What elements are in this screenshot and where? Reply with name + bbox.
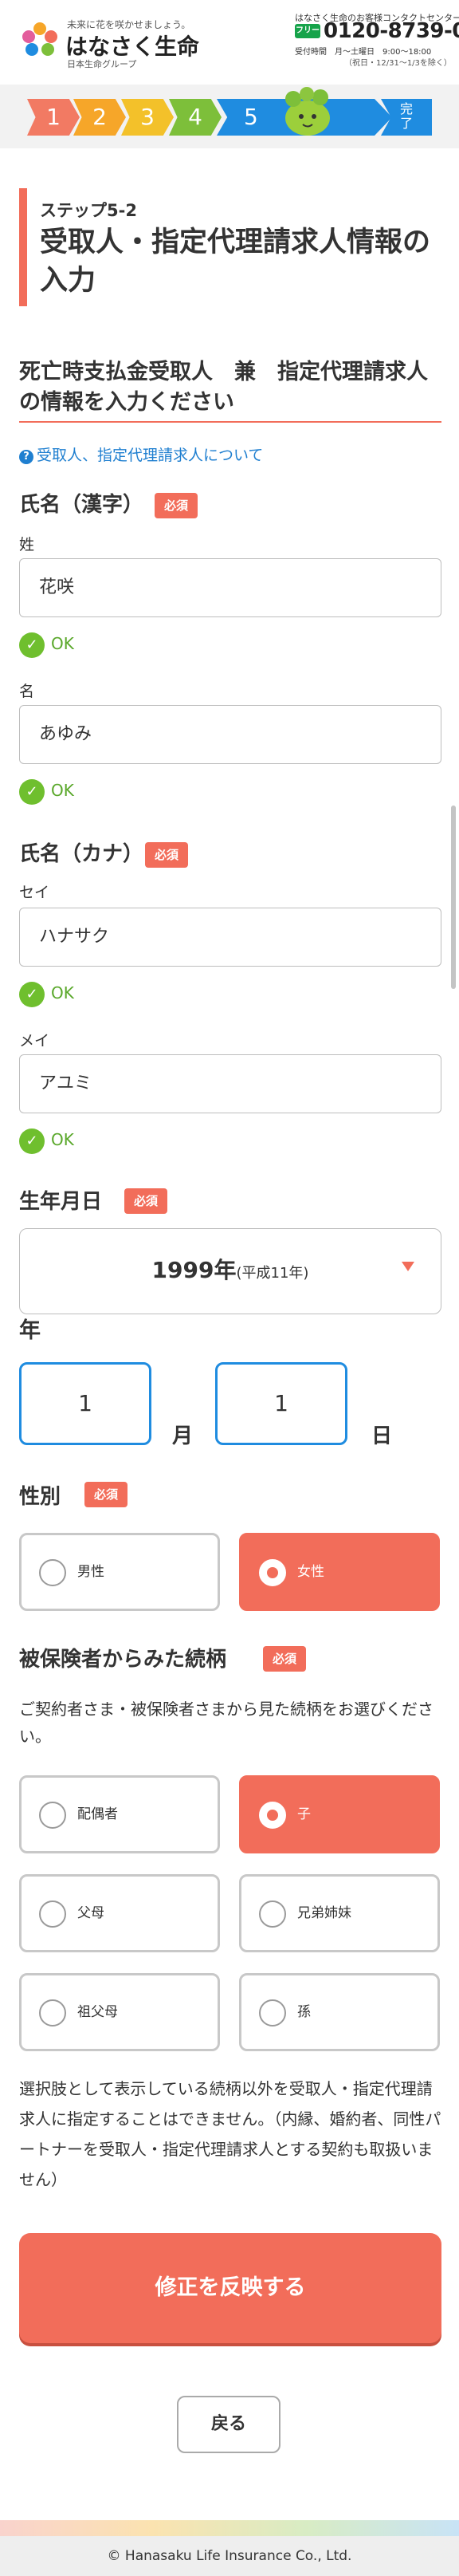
relationship-option-label: 父母 [77,1905,104,1921]
relationship-label: 被保険者からみた続柄 [19,1648,227,1672]
birthdate-label: 生年月日 [19,1190,103,1214]
check-icon: ✓ [19,632,45,658]
kanji-mei-input[interactable]: あゆみ [19,705,441,764]
year-unit: 年 [19,1318,41,1343]
relationship-option-label: 孫 [297,2004,311,2020]
kanji-sei-input[interactable]: 花咲 [19,558,441,617]
relationship-option-label: 配偶者 [77,1806,118,1822]
step-done-label: 完了 [399,101,413,131]
back-button[interactable]: 戻る [177,2396,280,2453]
contact-hours: 受付時間 月～土曜日 9:00～18:00 [295,48,432,57]
relationship-note: 選択肢として表示している続柄以外を受取人・指定代理請求人に指定することはできませ… [19,2079,441,2189]
radio-selected-icon [259,1559,286,1586]
relationship-option-grandchild[interactable]: 孫 [239,1973,440,2051]
help-link[interactable]: ? 受取人、指定代理請求人について [19,443,263,465]
section-heading: 死亡時支払金受取人 兼 指定代理請求人の情報を入力ください [19,360,428,415]
gender-option-label: 女性 [297,1564,324,1580]
kanji-sei-label: 姓 [19,536,35,553]
ok-indicator: ✓ OK [19,1126,74,1154]
gender-label: 性別 [19,1485,61,1509]
submit-button[interactable]: 修正を反映する [19,2233,441,2343]
birth-year-era: (平成11年) [236,1265,309,1282]
gender-option-male[interactable]: 男性 [19,1533,220,1611]
brand-name[interactable]: はなさく生命 [65,30,199,61]
relationship-option-label: 祖父母 [77,2004,118,2020]
question-icon: ? [19,450,33,464]
chevron-down-icon [402,1262,414,1271]
required-badge: 必須 [155,493,198,518]
radio-icon [39,1999,66,2027]
birth-day-input[interactable]: 1 [215,1362,347,1445]
contact-holiday-note: （祝日・12/31～1/3を除く） [344,59,452,68]
gender-option-label: 男性 [77,1564,104,1580]
radio-icon [39,1559,66,1586]
kana-sei-label: セイ [19,884,50,901]
radio-icon [259,1900,286,1928]
freedial-icon: フリー [295,24,320,38]
section-divider [19,421,441,423]
step-label: ステップ5-2 [40,201,137,220]
title-accent-bar [19,188,27,306]
footer-copyright: © Hanasaku Life Insurance Co., Ltd. [0,2536,459,2576]
check-icon: ✓ [19,778,45,805]
gender-option-female[interactable]: 女性 [239,1533,440,1611]
relationship-option-label: 兄弟姉妹 [297,1905,351,1921]
ok-indicator: ✓ OK [19,979,74,1007]
scrollbar[interactable] [451,805,456,989]
ok-text: OK [51,1130,74,1149]
relationship-option-siblings[interactable]: 兄弟姉妹 [239,1874,440,1952]
footer-stripe [0,2520,459,2536]
check-icon: ✓ [19,981,45,1007]
radio-icon [39,1900,66,1928]
kana-name-label: 氏名（カナ） [19,842,144,866]
relationship-option-spouse[interactable]: 配偶者 [19,1775,220,1853]
relationship-option-child[interactable]: 子 [239,1775,440,1853]
radio-icon [259,1999,286,2027]
birth-month-input[interactable]: 1 [19,1362,151,1445]
check-icon: ✓ [19,1128,45,1154]
brand-group: 日本生命グループ [67,59,137,69]
required-badge: 必須 [84,1482,128,1507]
help-link-label: 受取人、指定代理請求人について [37,447,264,464]
birth-year-value: 1999年 [151,1257,237,1283]
kana-mei-label: メイ [19,1032,50,1050]
relationship-option-label: 子 [297,1806,311,1822]
required-badge: 必須 [124,1188,168,1214]
required-badge: 必須 [145,842,189,868]
page-title: 受取人・指定代理請求人情報の入力 [40,226,431,297]
month-unit: 月 [172,1424,194,1448]
ok-text: OK [51,634,74,653]
ok-text: OK [51,781,74,800]
ok-indicator: ✓ OK [19,777,74,805]
ok-text: OK [51,983,74,1002]
kana-sei-input[interactable]: ハナサク [19,908,441,967]
radio-selected-icon [259,1802,286,1829]
kana-mei-input[interactable]: アユミ [19,1054,441,1113]
relationship-option-parents[interactable]: 父母 [19,1874,220,1952]
required-badge: 必須 [263,1646,307,1672]
kanji-name-label: 氏名（漢字） [19,493,144,517]
relationship-option-grandparents[interactable]: 祖父母 [19,1973,220,2051]
kanji-mei-label: 名 [19,683,35,700]
relationship-description: ご契約者さま・被保険者さまから見た続柄をお選びください。 [19,1700,434,1746]
radio-icon [39,1802,66,1829]
birth-year-select[interactable]: 1999年(平成11年) [19,1228,441,1314]
contact-phone[interactable]: 0120-8739-05 [324,19,459,43]
ok-indicator: ✓ OK [19,630,74,658]
day-unit: 日 [371,1424,393,1448]
mascot-icon [285,87,330,136]
hanasaku-logo-icon [22,22,57,56]
